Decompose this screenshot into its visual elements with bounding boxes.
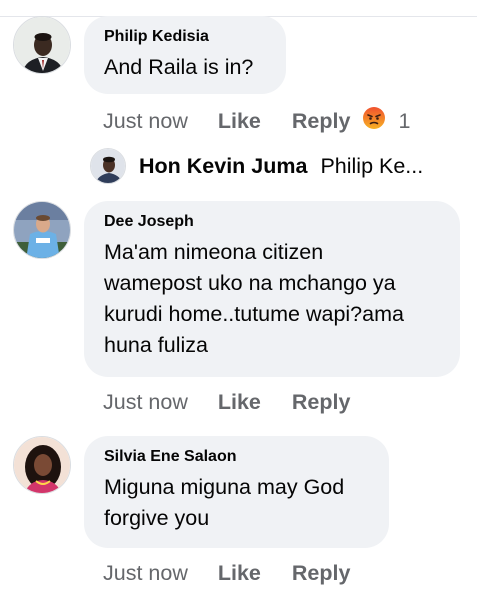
- comment-author[interactable]: Dee Joseph: [104, 213, 440, 231]
- reply-author[interactable]: Hon Kevin Juma: [139, 154, 307, 179]
- reply-button[interactable]: Reply: [292, 389, 351, 415]
- reply-avatar[interactable]: [90, 148, 126, 184]
- reply-preview-text: Philip Ke...: [320, 153, 424, 178]
- comment-text-line: huna fuliza: [104, 333, 208, 357]
- comment-text-line: Ma'am nimeona citizen: [104, 240, 324, 264]
- comment-timestamp[interactable]: Just now: [103, 108, 188, 134]
- comment-timestamp[interactable]: Just now: [103, 389, 188, 415]
- comment-actions: Just now Like Reply: [103, 560, 350, 586]
- comment-text-line: wamepost uko na mchango ya: [104, 271, 396, 295]
- comment-bubble: Dee Joseph Ma'am nimeona citizen wamepos…: [84, 201, 460, 377]
- comment-text-line: kurudi home..tutume wapi?ama: [104, 302, 404, 326]
- avatar[interactable]: [13, 201, 71, 259]
- avatar[interactable]: [13, 436, 71, 494]
- like-button[interactable]: Like: [218, 108, 261, 134]
- comment-actions: Just now Like Reply 1: [103, 106, 410, 136]
- comment-text: And Raila is in?: [104, 55, 254, 79]
- comment-author[interactable]: Silvia Ene Salaon: [104, 448, 369, 466]
- comment-text-line: forgive you: [104, 506, 210, 530]
- avatar[interactable]: [13, 16, 71, 74]
- comment-actions: Just now Like Reply: [103, 389, 350, 415]
- angry-reaction-icon: [362, 106, 386, 136]
- like-button[interactable]: Like: [218, 560, 261, 586]
- reaction-count: 1: [398, 109, 411, 133]
- comment-bubble: Philip Kedisia And Raila is in?: [84, 16, 286, 94]
- comment-bubble: Silvia Ene Salaon Miguna miguna may God …: [84, 436, 389, 548]
- reply-preview[interactable]: Hon Kevin Juma Philip Ke...: [90, 148, 423, 184]
- comment-text-line: Miguna miguna may God: [104, 475, 345, 499]
- reply-button[interactable]: Reply: [292, 560, 351, 586]
- reaction-summary[interactable]: 1: [362, 106, 410, 136]
- comment-author[interactable]: Philip Kedisia: [104, 28, 266, 46]
- like-button[interactable]: Like: [218, 389, 261, 415]
- reply-button[interactable]: Reply: [292, 108, 351, 134]
- comment-timestamp[interactable]: Just now: [103, 560, 188, 586]
